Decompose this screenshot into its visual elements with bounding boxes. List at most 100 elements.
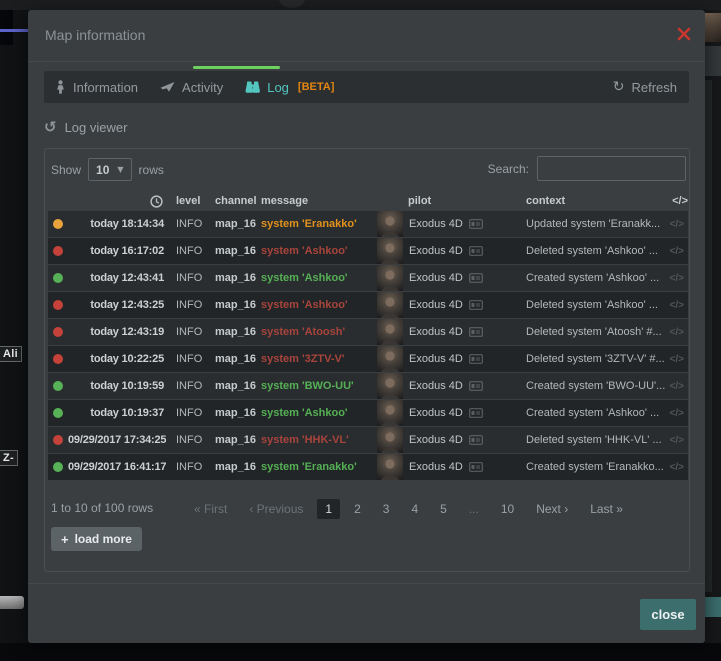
status-dot (53, 273, 63, 283)
log-message: system 'Atoosh' (260, 326, 377, 338)
log-context: Created system 'Ashkoo' ... (524, 407, 666, 419)
search-input[interactable] (537, 156, 686, 181)
close-button[interactable]: close (640, 599, 696, 630)
table-row: today 16:17:02 INFO map_16 system 'Ashko… (48, 238, 688, 264)
log-channel: map_16 (213, 218, 260, 230)
log-context: Deleted system '3ZTV-V' #... (524, 353, 666, 365)
pilot-name: Exodus 4D (409, 245, 463, 257)
row-code-icon[interactable]: </> (666, 381, 688, 392)
load-more-button[interactable]: + load more (51, 527, 142, 551)
header-channel[interactable]: channel (213, 195, 260, 207)
log-channel: map_16 (213, 272, 260, 284)
row-code-icon[interactable]: </> (666, 327, 688, 338)
pilot-name: Exodus 4D (409, 353, 463, 365)
background-column-fragment (705, 80, 712, 592)
log-channel: map_16 (213, 461, 260, 473)
log-context: Created system 'Ashkoo' ... (524, 272, 666, 284)
pagination-first[interactable]: « First (186, 499, 235, 519)
id-card-icon (469, 327, 483, 337)
dialog-header: Map information (28, 10, 705, 62)
id-card-icon (469, 381, 483, 391)
log-viewer-title: Log viewer (65, 120, 128, 135)
log-channel: map_16 (213, 326, 260, 338)
pagination-page-1[interactable]: 1 (317, 499, 340, 519)
tab-activity[interactable]: Activity (149, 71, 234, 103)
row-code-icon[interactable]: </> (666, 219, 688, 230)
table-controls: Show 10 ▼ rows Search: (45, 149, 689, 189)
pagination-page-2[interactable]: 2 (346, 499, 369, 519)
pilot-name: Exodus 4D (409, 299, 463, 311)
log-message: system 'Ashkoo' (260, 407, 377, 419)
refresh-label: Refresh (631, 80, 677, 95)
log-pilot: Exodus 4D (377, 265, 524, 291)
status-dot (53, 435, 63, 445)
row-code-icon[interactable]: </> (666, 246, 688, 257)
pilot-name: Exodus 4D (409, 272, 463, 284)
page-size-select[interactable]: 10 ▼ (88, 158, 132, 181)
log-message: system 'Ashkoo' (260, 245, 377, 257)
history-icon: ↺ (44, 118, 57, 136)
background-left-strip (0, 10, 28, 643)
pagination-summary: 1 to 10 of 100 rows (51, 501, 153, 515)
log-message: system 'Ashkoo' (260, 272, 377, 284)
status-dot (53, 246, 63, 256)
tab-log-label: Log (267, 80, 289, 95)
log-channel: map_16 (213, 407, 260, 419)
dialog-title: Map information (45, 27, 145, 43)
pagination-page-10[interactable]: 10 (493, 499, 522, 519)
pagination-previous[interactable]: ‹ Previous (241, 499, 311, 519)
log-channel: map_16 (213, 353, 260, 365)
map-system-label: Z- (0, 450, 18, 466)
chevron-down-icon: ▼ (117, 165, 123, 174)
refresh-button[interactable]: ↻ Refresh (601, 79, 689, 95)
pagination-page-4[interactable]: 4 (403, 499, 426, 519)
row-code-icon[interactable]: </> (666, 273, 688, 284)
background-route-line (0, 29, 28, 32)
clock-icon (150, 195, 163, 208)
pagination-ellipsis: ... (461, 499, 487, 519)
log-level: INFO (166, 245, 213, 257)
row-code-icon[interactable]: </> (666, 300, 688, 311)
close-icon[interactable] (677, 27, 691, 41)
active-tab-indicator (193, 66, 280, 69)
header-message[interactable]: message (260, 195, 377, 207)
header-pilot[interactable]: pilot (377, 195, 524, 207)
id-card-icon (469, 219, 483, 229)
status-dot (53, 219, 63, 229)
row-code-icon[interactable]: </> (666, 354, 688, 365)
beta-badge: [BETA] (298, 81, 334, 93)
log-level: INFO (166, 407, 213, 419)
status-dot (53, 354, 63, 364)
log-message: system 'Ashkoo' (260, 299, 377, 311)
id-card-icon (469, 354, 483, 364)
pagination-last[interactable]: Last » (582, 499, 631, 519)
id-card-icon (469, 273, 483, 283)
log-message: system 'BWO-UU' (260, 380, 377, 392)
tab-information-label: Information (73, 80, 138, 95)
log-level: INFO (166, 272, 213, 284)
pagination: 1 to 10 of 100 rows « First ‹ Previous 1… (45, 497, 689, 521)
header-level[interactable]: level (166, 195, 213, 207)
log-context: Deleted system 'Atoosh' #... (524, 326, 666, 338)
pagination-page-5[interactable]: 5 (432, 499, 455, 519)
log-pilot: Exodus 4D (377, 346, 524, 372)
row-code-icon[interactable]: </> (666, 408, 688, 419)
tab-log[interactable]: Log [BETA] (234, 71, 345, 103)
log-level: INFO (166, 326, 213, 338)
tab-information[interactable]: Information (44, 71, 149, 103)
row-code-icon[interactable]: </> (666, 435, 688, 446)
log-time: today 10:19:37 (68, 407, 166, 419)
pilot-avatar (377, 373, 403, 399)
background-close-button-fragment (705, 597, 721, 617)
pagination-page-3[interactable]: 3 (375, 499, 398, 519)
table-row: today 12:43:19 INFO map_16 system 'Atoos… (48, 319, 688, 345)
log-message: system 'Eranakko' (260, 461, 377, 473)
pagination-next[interactable]: Next › (528, 499, 576, 519)
header-context[interactable]: context (524, 195, 666, 207)
log-time: 09/29/2017 16:41:17 (68, 461, 166, 473)
pilot-avatar (377, 427, 403, 453)
row-code-icon[interactable]: </> (666, 462, 688, 473)
background-slider-fragment (0, 596, 24, 609)
table-row: 09/29/2017 17:34:25 INFO map_16 system '… (48, 427, 688, 453)
header-time[interactable] (68, 195, 166, 208)
